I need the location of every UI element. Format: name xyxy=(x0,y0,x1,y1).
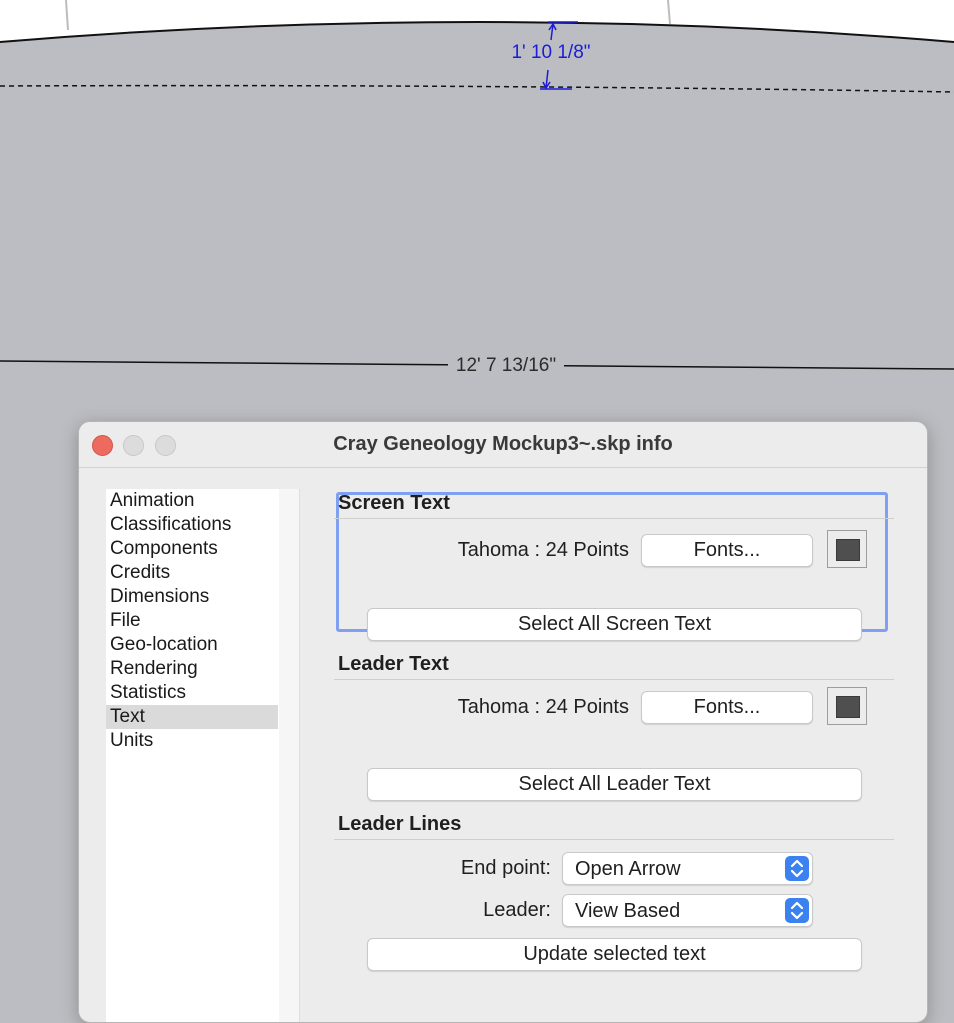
screen-text-font-label: Tahoma : 24 Points xyxy=(457,539,629,561)
sidebar-item-text[interactable]: Text xyxy=(106,705,278,729)
divider xyxy=(334,518,894,519)
leader-text-fonts-button[interactable]: Fonts... xyxy=(641,691,813,724)
screen-text-fonts-button[interactable]: Fonts... xyxy=(641,534,813,567)
end-point-label: End point: xyxy=(460,857,551,879)
dimension-label-width[interactable]: 12' 7 13/16" xyxy=(448,355,564,377)
window-title: Cray Geneology Mockup3~.skp info xyxy=(333,433,673,455)
select-all-leader-text-button[interactable]: Select All Leader Text xyxy=(367,768,862,801)
leader-lines-heading: Leader Lines xyxy=(338,813,462,835)
leader-select[interactable]: View Based xyxy=(562,894,813,927)
sidebar-item-rendering[interactable]: Rendering xyxy=(106,657,278,681)
up-down-chevron-icon xyxy=(785,856,809,881)
screen-text-color-swatch xyxy=(836,539,860,561)
leader-text-font-label: Tahoma : 24 Points xyxy=(457,696,629,718)
sidebar-item-statistics[interactable]: Statistics xyxy=(106,681,278,705)
update-selected-text-button[interactable]: Update selected text xyxy=(367,938,862,971)
sidebar-item-components[interactable]: Components xyxy=(106,537,278,561)
category-list: Animation Classifications Components Cre… xyxy=(106,489,280,1022)
up-down-chevron-icon xyxy=(785,898,809,923)
title-bar[interactable]: Cray Geneology Mockup3~.skp info xyxy=(79,422,927,468)
screen-text-color-well[interactable] xyxy=(827,530,867,568)
sidebar-item-credits[interactable]: Credits xyxy=(106,561,278,585)
sidebar-item-classifications[interactable]: Classifications xyxy=(106,513,278,537)
text-settings-panel: Screen Text Tahoma : 24 Points Fonts... … xyxy=(334,489,899,1022)
sidebar-item-animation[interactable]: Animation xyxy=(106,489,278,513)
leader-text-color-well[interactable] xyxy=(827,687,867,725)
screen-text-heading: Screen Text xyxy=(338,492,450,514)
end-point-value: Open Arrow xyxy=(575,858,681,880)
sidebar-item-units[interactable]: Units xyxy=(106,729,278,753)
dimension-label-height[interactable]: 1' 10 1/8" xyxy=(505,42,597,64)
sidebar-item-geo-location[interactable]: Geo-location xyxy=(106,633,278,657)
leader-text-color-swatch xyxy=(836,696,860,718)
leader-value: View Based xyxy=(575,900,681,922)
select-all-screen-text-button[interactable]: Select All Screen Text xyxy=(367,608,862,641)
leader-label: Leader: xyxy=(483,899,551,921)
sidebar-scrollbar[interactable] xyxy=(279,489,300,1022)
sidebar-item-file[interactable]: File xyxy=(106,609,278,633)
model-info-window: Cray Geneology Mockup3~.skp info Animati… xyxy=(78,421,928,1023)
divider xyxy=(334,679,894,680)
end-point-select[interactable]: Open Arrow xyxy=(562,852,813,885)
leader-text-heading: Leader Text xyxy=(338,653,449,675)
divider xyxy=(334,839,894,840)
sidebar-item-dimensions[interactable]: Dimensions xyxy=(106,585,278,609)
